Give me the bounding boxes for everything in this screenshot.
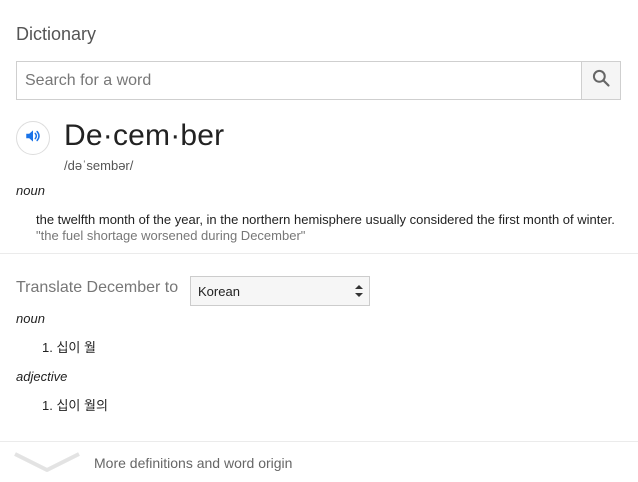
more-definitions-label: More definitions and word origin bbox=[94, 455, 293, 471]
pronunciation-audio-button[interactable] bbox=[16, 121, 50, 155]
translation-pos: noun bbox=[16, 311, 45, 326]
search-icon bbox=[591, 68, 611, 93]
search-button[interactable] bbox=[581, 62, 620, 99]
search-input[interactable] bbox=[17, 62, 581, 99]
selected-language: Korean bbox=[198, 284, 240, 299]
speaker-icon bbox=[24, 127, 42, 150]
dictionary-card: Dictionary De·cem·ber /dəˈsembər/ noun t… bbox=[0, 0, 638, 482]
translation-pos: adjective bbox=[16, 369, 68, 384]
chevron-down-icon bbox=[13, 450, 81, 479]
pronunciation: /dəˈsembər/ bbox=[64, 158, 134, 173]
translate-label: Translate December to bbox=[16, 279, 179, 296]
part-of-speech: noun bbox=[16, 183, 45, 198]
language-select[interactable]: Korean bbox=[190, 276, 370, 306]
divider bbox=[0, 253, 638, 254]
translation-item: 1. 십이 월의 bbox=[42, 398, 108, 413]
search-box bbox=[16, 61, 621, 100]
select-arrows-icon bbox=[355, 284, 363, 301]
definition: the twelfth month of the year, in the no… bbox=[36, 212, 615, 227]
headword: De·cem·ber bbox=[64, 119, 225, 152]
example-sentence: "the fuel shortage worsened during Decem… bbox=[36, 228, 306, 243]
translation-item: 1. 십이 월 bbox=[42, 340, 96, 355]
dictionary-title: Dictionary bbox=[16, 24, 97, 44]
more-definitions-button[interactable]: More definitions and word origin bbox=[0, 442, 638, 482]
